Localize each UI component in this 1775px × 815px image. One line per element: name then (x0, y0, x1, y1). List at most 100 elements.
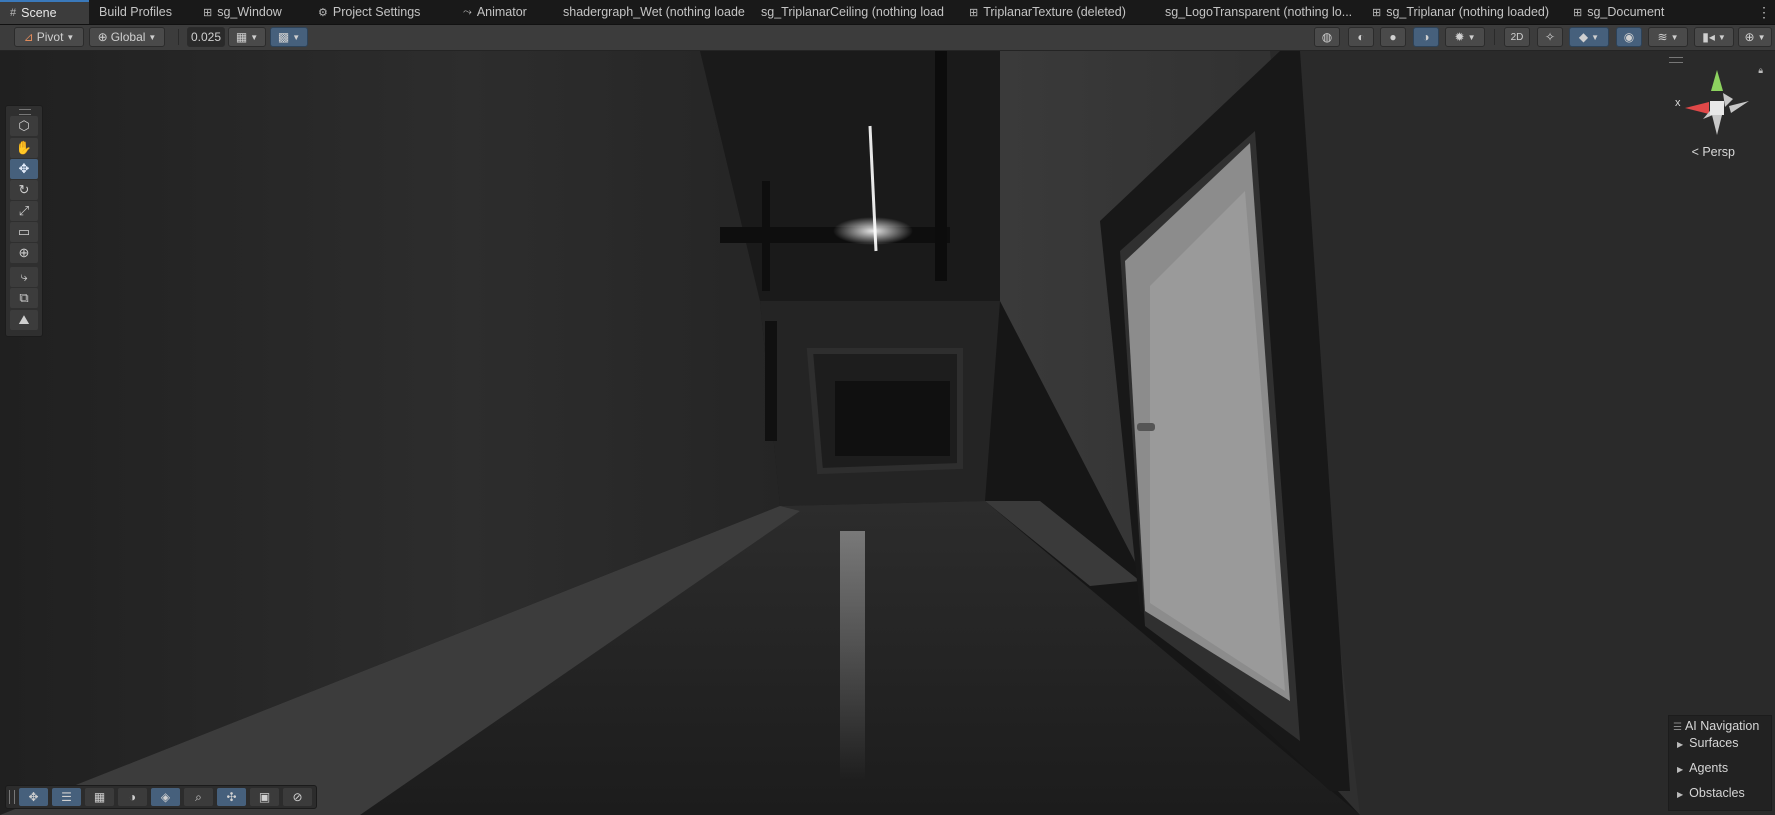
tab-label: sg_LogoTransparent (nothing lo... (1165, 5, 1353, 19)
pivot-dropdown[interactable]: ⊿ Pivot ▼ (14, 27, 84, 47)
ai-nav-item-label: Obstacles (1689, 786, 1745, 800)
layers-dropdown[interactable]: ≋ ▼ (1648, 27, 1688, 47)
grid-snap-button[interactable]: ▦ ▼ (228, 27, 266, 47)
compass-icon: ⊘ (292, 790, 303, 804)
layers-button[interactable]: ◈ (151, 788, 180, 806)
tab-animator[interactable]: ⤳ Animator (453, 0, 553, 24)
overlay-grip[interactable] (9, 790, 15, 804)
overlay-grip[interactable] (19, 109, 31, 115)
tab-triplanartexture[interactable]: ⊞ TriplanarTexture (deleted) (959, 0, 1155, 24)
tab-sg-logotransparent[interactable]: sg_LogoTransparent (nothing lo... (1155, 0, 1362, 24)
grid-visibility-button[interactable]: ▩ ▼ (270, 27, 308, 47)
global-label: Global (110, 30, 146, 44)
transform-tool-button[interactable]: ⊕ (10, 243, 38, 263)
pivot-icon: ✣ (226, 790, 237, 804)
wireframe-shading-button[interactable]: ◍ (1314, 27, 1340, 47)
rect-tool-button[interactable]: ▭ (10, 222, 38, 242)
shaded-wireframe-button[interactable]: ◐ (1348, 27, 1374, 47)
ai-navigation-header[interactable]: ☰ AI Navigation (1673, 719, 1759, 733)
chevron-down-icon: ▼ (292, 32, 301, 42)
search-button[interactable]: ⌕ (184, 788, 213, 806)
debug-draw-dropdown[interactable]: ✹ ▼ (1445, 27, 1485, 47)
effects-dropdown[interactable]: ◆ ▼ (1569, 27, 1609, 47)
lighting-toggle-button[interactable]: ✧ (1537, 27, 1563, 47)
hand-tool-button[interactable]: ✋ (10, 138, 38, 158)
pivot-overlay-button[interactable]: ✣ (217, 788, 246, 806)
move-overlay-button[interactable]: ✥ (19, 788, 48, 806)
tools-overlay: ⬡ ✋ ✥ ↻ ⤢ ▭ ⊕ ⤷ ⧉ ⛰ (5, 105, 43, 337)
tab-label: Scene (21, 6, 57, 20)
custom-tool-button[interactable]: ⤷ (10, 267, 38, 287)
snap-increment-field[interactable]: 0.025 (187, 27, 225, 47)
tab-build-profiles[interactable]: Build Profiles (89, 0, 193, 24)
gizmo-grip[interactable] (1669, 57, 1683, 63)
ai-nav-item-agents[interactable]: ▶ Agents (1677, 761, 1728, 775)
custom-tool-icon: ⤷ (20, 269, 28, 284)
effects-icon: ◆ (1578, 30, 1589, 44)
more-options-icon[interactable]: ⋮ (1757, 2, 1771, 22)
tab-label: sg_Triplanar (nothing loaded) (1386, 5, 1550, 19)
scene-visibility-button[interactable]: ◉ (1616, 27, 1642, 47)
tab-scene[interactable]: # Scene (0, 0, 89, 24)
tab-project-settings[interactable]: ⚙ Project Settings (308, 0, 453, 24)
tab-label: TriplanarTexture (deleted) (983, 5, 1126, 19)
toolbar-divider (1494, 29, 1495, 45)
view-tool-button[interactable]: ⬡ (10, 116, 38, 136)
hand-tool-icon: ✋ (15, 140, 33, 155)
expand-arrow-icon: ▶ (1677, 740, 1684, 749)
toolbar-divider (178, 29, 179, 45)
tab-label: sg_Document (1587, 5, 1665, 19)
tab-shadergraph-wet[interactable]: shadergraph_Wet (nothing loade (553, 0, 751, 24)
duplicate-tool-button[interactable]: ⧉ (10, 288, 38, 308)
grid-icon: # (10, 7, 17, 19)
shading-icon: ◑ (128, 790, 137, 804)
rotate-tool-icon: ↻ (18, 182, 30, 197)
chevron-down-icon: ▼ (1467, 32, 1476, 42)
move-tool-button[interactable]: ✥ (10, 159, 38, 179)
ai-nav-item-surfaces[interactable]: ▶ Surfaces (1677, 736, 1739, 750)
scene-viewport[interactable]: ⬡ ✋ ✥ ↻ ⤢ ▭ ⊕ ⤷ ⧉ ⛰ (0, 51, 1775, 815)
compass-button[interactable]: ⊘ (283, 788, 312, 806)
grip-icon[interactable]: ☰ (1673, 722, 1682, 733)
shaded-button[interactable]: ● (1380, 27, 1406, 47)
scale-tool-button[interactable]: ⤢ (10, 201, 38, 221)
lit-icon: ◑ (1422, 30, 1430, 44)
ai-navigation-overlay: ☰ AI Navigation ▶ Surfaces ▶ Agents ▶ Obstac… (1668, 715, 1772, 811)
2d-icon: 2D (1510, 31, 1524, 43)
tab-sg-triplanarceiling[interactable]: sg_TriplanarCeiling (nothing load (751, 0, 959, 24)
rect-tool-icon: ▭ (17, 224, 31, 239)
rotate-tool-button[interactable]: ↻ (10, 180, 38, 200)
shader-graph-icon: ⊞ (1573, 6, 1583, 19)
tab-label: sg_TriplanarCeiling (nothing load (761, 5, 944, 19)
tab-label: Animator (476, 5, 527, 19)
global-dropdown[interactable]: ⊕ Global ▼ (89, 27, 165, 47)
duplicate-tool-icon: ⧉ (19, 290, 29, 305)
camera-overlay-button[interactable]: ▣ (250, 788, 279, 806)
camera-dropdown[interactable]: ▮◂ ▼ (1694, 27, 1734, 47)
grid-visibility-icon: ▩ (277, 30, 290, 44)
axis-gizmo-icon[interactable] (1669, 65, 1765, 155)
perspective-toggle[interactable]: < Persp (1692, 145, 1735, 159)
chevron-down-icon: ▼ (148, 32, 157, 42)
sliders-button[interactable]: ☰ (52, 788, 81, 806)
tab-sg-triplanar[interactable]: ⊞ sg_Triplanar (nothing loaded) (1362, 0, 1563, 24)
shading-button[interactable]: ◑ (118, 788, 147, 806)
editor-tab-bar: # Scene Build Profiles ⊞ sg_Window ⚙ Pro… (0, 0, 1775, 25)
chevron-down-icon: ▼ (1757, 32, 1766, 42)
shaded-icon: ● (1389, 30, 1397, 44)
snap-value: 0.025 (191, 30, 222, 44)
animator-icon: ⤳ (463, 5, 472, 18)
tab-sg-document[interactable]: ⊞ sg_Document (1563, 0, 1743, 24)
ai-nav-item-obstacles[interactable]: ▶ Obstacles (1677, 786, 1745, 800)
bug-icon: ✹ (1454, 30, 1465, 44)
terrain-tool-button[interactable]: ⛰ (10, 310, 38, 330)
tab-label: sg_Window (217, 5, 282, 19)
lit-shading-button[interactable]: ◑ (1413, 27, 1439, 47)
grid-button[interactable]: ▦ (85, 788, 114, 806)
tab-sg-window[interactable]: ⊞ sg_Window (193, 0, 308, 24)
layers-icon: ◈ (160, 790, 171, 804)
chevron-down-icon: ▼ (1591, 32, 1600, 42)
gizmos-dropdown[interactable]: ⊕ ▼ (1738, 27, 1772, 47)
grid-icon: ▦ (93, 790, 106, 804)
2d-toggle-button[interactable]: 2D (1504, 27, 1530, 47)
